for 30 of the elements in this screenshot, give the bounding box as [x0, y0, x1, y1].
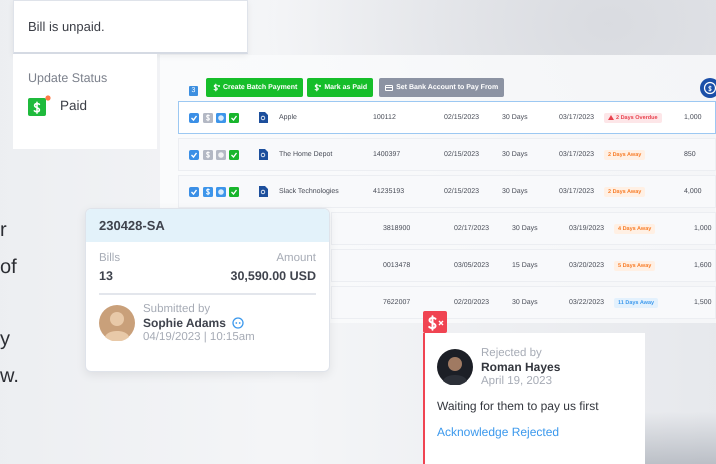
section-label: Update Status [28, 71, 108, 85]
document-icon [259, 186, 268, 197]
rejected-label: Rejected by [481, 347, 543, 359]
paragraph-text: w. [0, 364, 19, 389]
rejection-comment: Waiting for them to pay us first [437, 399, 600, 413]
batch-amount: 30,590.00 USD [230, 269, 316, 283]
card-icon [385, 84, 394, 92]
batch-id: 230428-SA [99, 218, 165, 233]
dollar-plus-icon [212, 83, 220, 92]
avatar [437, 349, 473, 385]
status-value: Paid [60, 98, 88, 113]
field-label: Bills [99, 252, 120, 264]
dollar-plus-icon [313, 83, 322, 92]
chat-icon [232, 317, 244, 329]
paragraph-text: of [0, 255, 18, 280]
paragraph-text: y [0, 327, 11, 352]
submission-date: 04/19/2023 | 10:15am [143, 331, 255, 343]
rejection-date: April 19, 2023 [481, 375, 553, 387]
document-icon [259, 112, 268, 123]
paragraph-text: r [0, 218, 8, 243]
field-label: Amount [275, 252, 316, 264]
status-message: Bill is unpaid. [28, 19, 105, 34]
document-icon [259, 149, 268, 160]
rejector-name: Roman Hayes [481, 360, 560, 374]
dollar-cycle-icon [700, 78, 716, 98]
submitter-name: Sophie Adams [143, 316, 226, 330]
bill-count: 13 [99, 269, 114, 283]
warning-icon [608, 115, 614, 120]
submitted-label: Submitted by [143, 303, 212, 315]
avatar [99, 305, 135, 341]
